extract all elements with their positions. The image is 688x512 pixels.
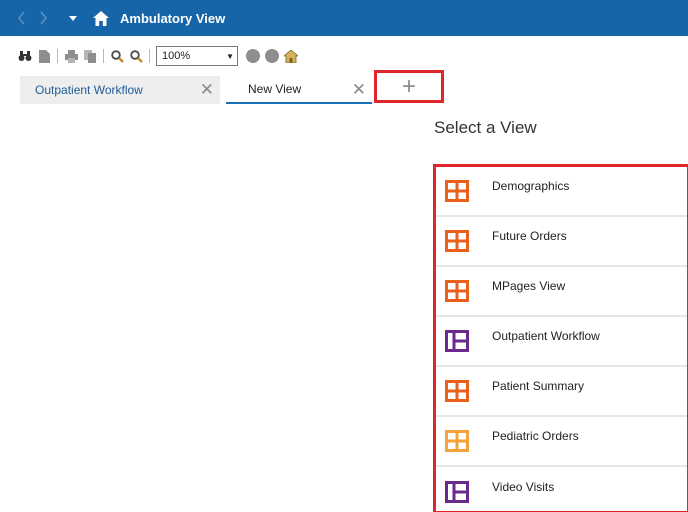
view-item-label: Future Orders (492, 229, 567, 243)
zoom-out-icon[interactable] (129, 49, 143, 63)
select-view-heading: Select a View (434, 118, 537, 137)
view-item-label: Demographics (492, 179, 570, 193)
print-icon[interactable] (64, 49, 78, 63)
add-tab-button[interactable]: + (374, 70, 444, 103)
stop-icon[interactable] (265, 49, 279, 63)
view-item-label: Outpatient Workflow (492, 329, 600, 343)
view-menu-button[interactable] (62, 0, 84, 36)
layout-grid-icon (445, 180, 469, 202)
zoom-select[interactable]: 100% ▼ (156, 46, 238, 66)
view-item[interactable]: Demographics (436, 167, 687, 217)
view-item-label: Patient Summary (492, 379, 585, 393)
close-icon[interactable]: ✕ (200, 81, 214, 98)
zoom-value: 100% (162, 50, 191, 62)
view-item[interactable]: Pediatric Orders (436, 417, 687, 467)
layout-grid-icon (445, 380, 469, 402)
plus-icon: + (401, 72, 416, 100)
view-item-label: Video Visits (492, 480, 555, 494)
toolbar: 100% ▼ (0, 36, 688, 76)
view-item-label: Pediatric Orders (492, 429, 579, 443)
view-item[interactable]: Patient Summary (436, 367, 687, 417)
toolbar-divider (149, 49, 150, 63)
tab-outpatient-workflow[interactable]: Outpatient Workflow ✕ (20, 76, 220, 104)
tab-label: New View (248, 82, 302, 96)
caret-down-icon (69, 15, 77, 21)
layout-columns-icon (445, 330, 469, 352)
document-icon[interactable] (37, 49, 51, 63)
view-item[interactable]: Video Visits (436, 467, 687, 511)
title-bar: Ambulatory View (0, 0, 688, 36)
chevron-left-icon (17, 11, 25, 25)
home-icon (93, 10, 109, 26)
tab-label: Outpatient Workflow (35, 83, 143, 97)
zoom-in-icon[interactable] (110, 49, 124, 63)
binoculars-icon[interactable] (18, 49, 32, 63)
app-title: Ambulatory View (120, 10, 226, 26)
view-item[interactable]: MPages View (436, 267, 687, 317)
chevron-right-icon (39, 11, 47, 25)
tab-new-view[interactable]: New View ✕ (226, 76, 372, 104)
home-button[interactable] (88, 0, 114, 36)
layout-grid-icon (445, 430, 469, 452)
view-list: Demographics Future Orders MPages View Outp… (433, 164, 688, 512)
forward-button[interactable] (32, 0, 54, 36)
back-button[interactable] (10, 0, 32, 36)
home-page-icon[interactable] (284, 49, 298, 63)
toolbar-divider (57, 49, 58, 63)
tab-bar: Outpatient Workflow ✕ New View ✕ (0, 76, 688, 104)
refresh-icon[interactable] (246, 49, 260, 63)
layout-grid-icon (445, 280, 469, 302)
layout-grid-icon (445, 230, 469, 252)
view-item-label: MPages View (492, 279, 566, 293)
layout-columns-icon (445, 481, 469, 503)
copy-icon[interactable] (83, 49, 97, 63)
close-icon[interactable]: ✕ (352, 81, 366, 98)
view-item[interactable]: Future Orders (436, 217, 687, 267)
caret-down-icon: ▼ (226, 51, 234, 61)
view-item[interactable]: Outpatient Workflow (436, 317, 687, 367)
toolbar-divider (103, 49, 104, 63)
